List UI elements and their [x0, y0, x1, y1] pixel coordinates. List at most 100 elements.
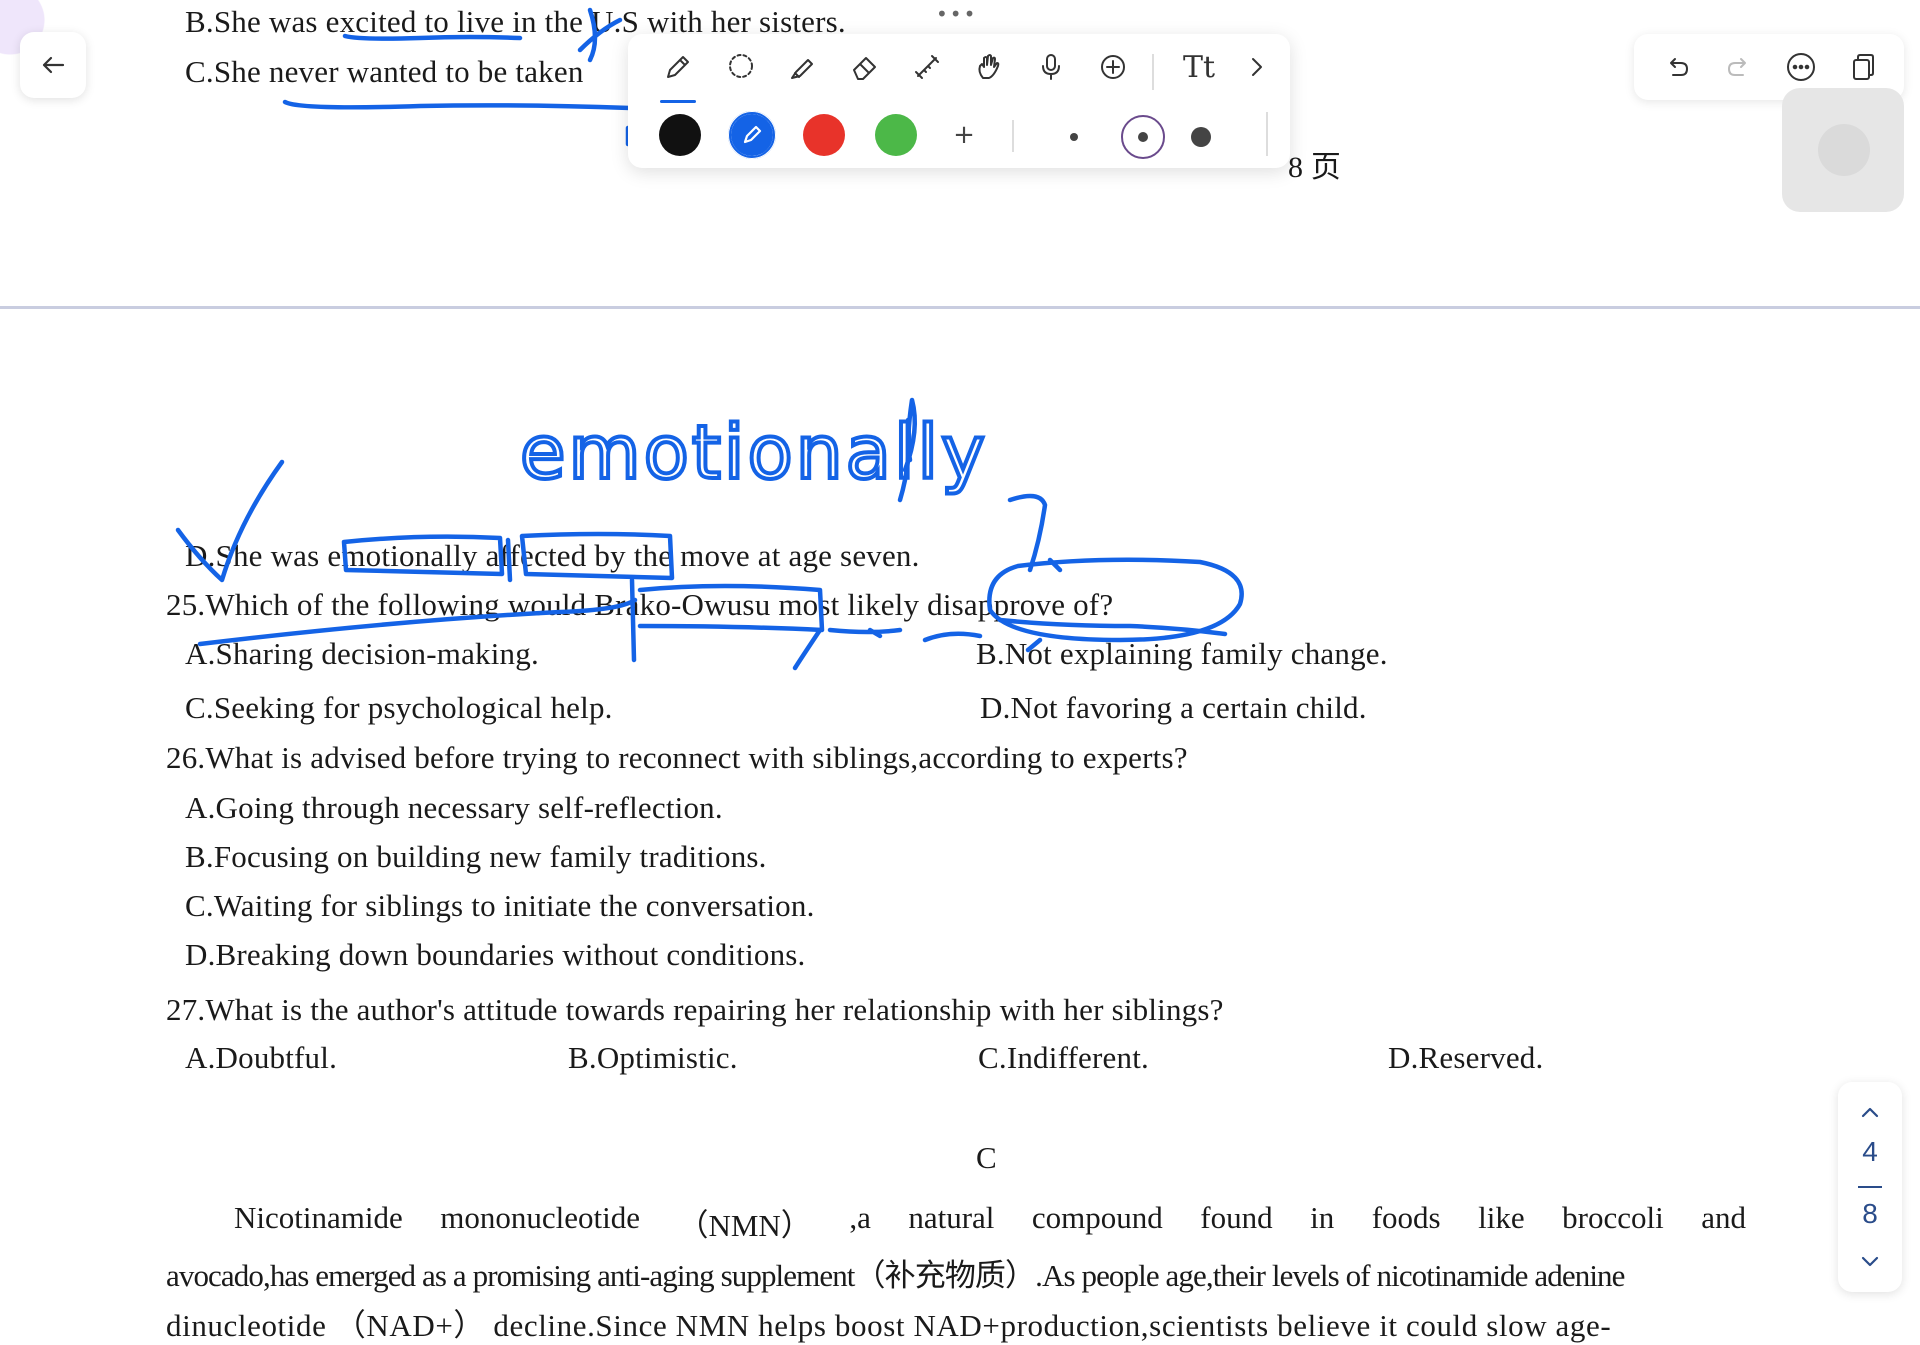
q25-option-c: C.Seeking for psychological help. [185, 690, 613, 725]
ink-word: emotionally [520, 410, 988, 496]
passage-word: foods [1371, 1200, 1441, 1235]
tape-tool-button[interactable] [904, 44, 950, 90]
add-icon [1101, 55, 1125, 79]
passage-word: compound [1031, 1200, 1163, 1235]
ink-stroke [897, 417, 912, 503]
hand-tool-button[interactable] [966, 44, 1012, 90]
drag-handle[interactable]: ••• [936, 2, 977, 26]
pen-icon [667, 56, 689, 78]
ink-stroke [282, 99, 633, 111]
passage-word: mononucleotide [440, 1200, 640, 1235]
undo-icon [1670, 58, 1688, 76]
more-icon [1787, 53, 1815, 81]
chevron-right-icon [1252, 58, 1262, 76]
passage-word: broccoli [1562, 1200, 1664, 1235]
lasso-tool-button[interactable] [718, 44, 764, 90]
insert-button[interactable] [1090, 44, 1136, 90]
pages-icon [1853, 54, 1874, 80]
passage-word: natural [908, 1200, 995, 1235]
passage-word: and [1701, 1200, 1746, 1235]
passage-line-1: Nicotinamide mononucleotide （NMN） ,a nat… [234, 1200, 1746, 1245]
total-pages: 8 [1862, 1198, 1878, 1229]
section-heading: C [976, 1140, 997, 1175]
eraser-tool-button[interactable] [842, 44, 888, 90]
toolbar-divider [1152, 54, 1154, 90]
passage-line-2: avocado,has emerged as a promising anti-… [166, 1258, 1625, 1293]
q25-option-d: D.Not favoring a certain child. [980, 690, 1367, 725]
q26-option-b: B.Focusing on building new family tradit… [185, 839, 767, 874]
ink-stroke [902, 397, 918, 473]
ink-stroke [1007, 493, 1048, 573]
next-page-button[interactable] [1854, 1246, 1886, 1278]
passage-word: Nicotinamide [234, 1200, 403, 1235]
hand-icon [978, 54, 1000, 79]
text-style-button[interactable]: Tt [1168, 44, 1230, 90]
floating-assistive-touch[interactable] [1782, 88, 1904, 212]
lasso-icon [729, 54, 753, 78]
q27-option-d: D.Reserved. [1388, 1040, 1544, 1075]
stroke-size-medium-dot [1138, 132, 1148, 142]
pages-button[interactable] [1842, 46, 1884, 88]
q25-option-a: A.Sharing decision-making. [185, 636, 539, 671]
tool-row: Tt [628, 44, 1290, 104]
ink-stroke [792, 627, 823, 671]
passage-word: ,a [849, 1200, 871, 1235]
q26-option-c: C.Waiting for siblings to initiate the c… [185, 888, 815, 923]
previous-page-button[interactable] [1854, 1096, 1886, 1128]
toolbar-divider [1266, 112, 1268, 156]
passage-line-3: dinucleotide （NAD+） decline.Since NMN he… [166, 1308, 1612, 1343]
highlighter-icon [791, 59, 813, 79]
current-page-number: 4 [1862, 1136, 1878, 1167]
highlighter-tool-button[interactable] [780, 44, 826, 90]
ink-stroke [827, 627, 903, 639]
stroke-size-large[interactable] [1191, 127, 1211, 147]
q27-question: 27.What is the author's attitude towards… [166, 992, 1224, 1027]
microphone-icon [1042, 54, 1060, 80]
microphone-button[interactable] [1028, 44, 1074, 90]
redo-icon [1728, 58, 1746, 76]
q27-option-b: B.Optimistic. [568, 1040, 738, 1075]
add-color-button[interactable]: + [941, 112, 987, 158]
page-separator [0, 306, 1920, 309]
color-swatch-blue[interactable] [728, 111, 776, 159]
color-swatch-green[interactable] [875, 114, 917, 156]
q24-option-d: D.She was emotionally affected by the mo… [185, 538, 920, 573]
ink-stroke [1047, 557, 1063, 573]
chevron-down-icon [1861, 1256, 1879, 1267]
passage-word: found [1200, 1200, 1273, 1235]
undo-button[interactable] [1656, 46, 1698, 88]
color-row: + [628, 106, 1290, 166]
arrow-left-icon [42, 56, 65, 74]
page-number-divider [1858, 1186, 1882, 1188]
q25-question: 25.Which of the following would Brako-Ow… [166, 587, 1114, 622]
page-navigator: 4 8 [1838, 1082, 1902, 1292]
pen-tool-button[interactable] [655, 44, 701, 90]
q25-option-b: B.Not explaining family change. [976, 636, 1388, 671]
more-options-button[interactable] [1780, 46, 1822, 88]
q27-option-a: A.Doubtful. [185, 1040, 338, 1075]
assistive-touch-dot [1818, 124, 1870, 176]
back-button[interactable] [20, 32, 86, 98]
page-footer: 8 页 [1288, 151, 1342, 184]
tape-icon [915, 55, 939, 79]
active-tool-indicator [660, 100, 696, 103]
color-swatch-black[interactable] [659, 114, 701, 156]
pen-selected-icon [729, 112, 775, 158]
passage-word: （NMN） [677, 1208, 812, 1243]
ink-stroke [922, 631, 983, 643]
chevron-up-icon [1861, 1107, 1879, 1118]
more-tools-button[interactable] [1234, 44, 1280, 90]
redo-button[interactable] [1718, 46, 1760, 88]
q26-question: 26.What is advised before trying to reco… [166, 740, 1188, 775]
q27-option-c: C.Indifferent. [978, 1040, 1149, 1075]
color-swatch-red[interactable] [803, 114, 845, 156]
prev-option-c: C.She never wanted to be taken [185, 54, 584, 89]
q26-option-a: A.Going through necessary self-reflectio… [185, 790, 723, 825]
stroke-size-small[interactable] [1070, 133, 1078, 141]
text-style-icon: Tt [1182, 49, 1216, 85]
passage-word: like [1478, 1200, 1525, 1235]
toolbar-divider [1012, 120, 1014, 152]
q26-option-d: D.Breaking down boundaries without condi… [185, 937, 806, 972]
eraser-icon [853, 57, 876, 80]
annotation-toolbar: ••• Tt + [628, 2, 1290, 168]
